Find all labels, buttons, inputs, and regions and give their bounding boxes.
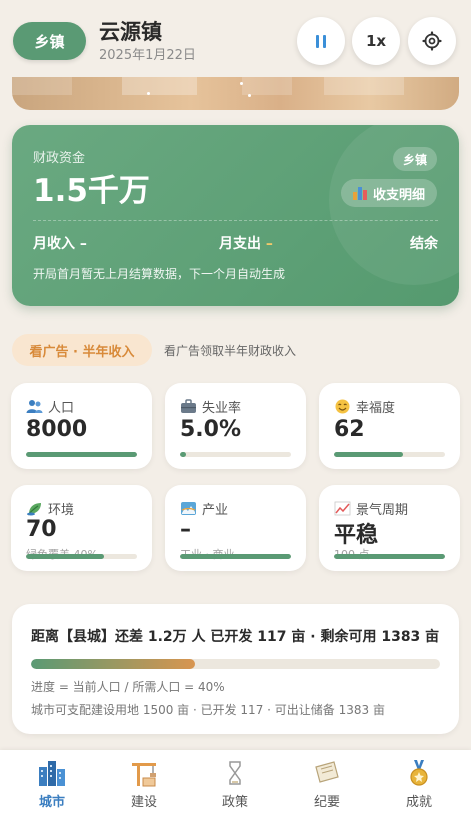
city-land-text: 城市可支配建设用地 1500 亩 · 已开发 117 · 可出让储备 1383 …	[31, 703, 385, 717]
city-upgrade-card[interactable]: 距离【县城】还差 1.2万 人 已开发 117 亩 · 剩余可用 1383 亩 …	[12, 604, 459, 734]
finance-value: 1.5千万	[33, 173, 150, 209]
finance-detail-button[interactable]: 收支明细	[340, 179, 437, 207]
nav-label: 政策	[221, 795, 248, 810]
stat-card-unemployment[interactable]: 失业率 5.0%	[165, 383, 306, 469]
city-progress-track	[31, 659, 440, 669]
crane-icon	[132, 763, 156, 787]
stat-label: 景气周期	[356, 503, 409, 518]
ad-description: 看广告领取半年财政收入	[164, 344, 297, 358]
stat-card-industry[interactable]: 产业 – 工业 · 商业	[165, 485, 306, 571]
stat-label: 产业	[202, 503, 229, 518]
stat-progress-fill	[334, 452, 403, 457]
stat-value: 70	[26, 517, 57, 542]
stat-progress-track	[180, 452, 291, 457]
monthly-income: 月收入 –	[33, 236, 87, 252]
stat-progress-fill	[334, 554, 445, 559]
pause-button[interactable]	[297, 17, 345, 65]
stat-progress-track	[334, 554, 445, 559]
city-icon	[39, 761, 65, 786]
speed-button[interactable]: 1x	[352, 17, 400, 65]
town-name: 云源镇	[99, 20, 162, 44]
finance-note: 开局首月暂无上月结算数据，下一个月自动生成	[33, 267, 286, 281]
finance-detail-label: 收支明细	[372, 187, 425, 203]
stat-card-economic-cycle[interactable]: 景气周期 平稳 100 点	[319, 485, 460, 571]
nav-label: 纪要	[313, 795, 340, 810]
city-progress-text: 进度 = 当前人口 / 所需人口 = 40%	[31, 680, 225, 694]
watch-ad-button[interactable]: 看广告 · 半年收入	[12, 334, 152, 366]
stat-value: 平稳	[334, 523, 379, 548]
town-level-pill[interactable]: 乡镇	[13, 22, 86, 60]
stat-card-environment[interactable]: 环境 70 绿色覆盖 40%	[11, 485, 152, 571]
stat-label: 人口	[48, 401, 75, 416]
medal-icon	[410, 760, 428, 786]
stat-card-happiness[interactable]: 幸福度 62	[319, 383, 460, 469]
stat-value: 5.0%	[180, 417, 242, 442]
nav-label: 成就	[405, 795, 432, 810]
stat-label: 幸福度	[356, 401, 396, 416]
briefcase-icon	[181, 399, 196, 413]
smile-icon	[335, 399, 350, 414]
stat-label: 环境	[48, 503, 75, 518]
leaf-icon	[27, 503, 41, 516]
nav-item-build[interactable]: 建设	[97, 750, 191, 813]
finance-divider	[33, 220, 438, 221]
nav-item-policy[interactable]: 政策	[188, 750, 282, 813]
nav-label: 建设	[130, 795, 157, 810]
stat-progress-fill	[180, 554, 291, 559]
pause-icon	[314, 34, 328, 48]
stat-label: 失业率	[202, 401, 242, 416]
scroll-icon	[315, 761, 339, 783]
stat-progress-track	[180, 554, 291, 559]
nav-item-notes[interactable]: 纪要	[280, 750, 374, 813]
trend-icon	[334, 501, 351, 516]
gear-icon	[422, 31, 442, 51]
city-upgrade-title: 距离【县城】还差 1.2万 人 已开发 117 亩 · 剩余可用 1383 亩	[31, 629, 440, 645]
people-icon	[26, 400, 43, 413]
monthly-expense: 月支出 –	[219, 233, 273, 253]
city-progress-fill	[31, 659, 195, 669]
nav-label: 城市	[38, 795, 65, 810]
balance: 结余	[410, 236, 438, 252]
city-map-preview[interactable]	[12, 77, 459, 110]
stat-progress-fill	[26, 452, 137, 457]
stat-progress-fill	[180, 452, 186, 457]
nav-item-city[interactable]: 城市	[5, 750, 99, 813]
stat-progress-track	[26, 452, 137, 457]
stat-progress-fill	[26, 554, 104, 559]
stat-progress-track	[26, 554, 137, 559]
finance-label: 财政资金	[33, 151, 86, 166]
finance-level-badge: 乡镇	[392, 147, 437, 171]
stat-value: –	[180, 517, 191, 542]
stat-value: 62	[334, 417, 365, 442]
top-bar: 乡镇 云源镇 2025年1月22日 1x	[0, 0, 471, 80]
finance-card: 财政资金 1.5千万 乡镇 收支明细 月收入 – 月支出 – 结余 开局首月暂无…	[12, 125, 459, 306]
hourglass-icon	[229, 761, 241, 785]
monthly-expense-label: 月支出 –	[219, 236, 273, 252]
stat-value: 8000	[26, 417, 88, 442]
bottom-nav: 城市 建设 政策 纪要 成就	[0, 750, 471, 813]
stat-progress-track	[334, 452, 445, 457]
game-date: 2025年1月22日	[99, 48, 196, 63]
nav-item-achievements[interactable]: 成就	[372, 750, 466, 813]
bar-chart-icon	[352, 186, 367, 200]
factory-icon	[181, 502, 196, 515]
settings-button[interactable]	[408, 17, 456, 65]
stat-card-population[interactable]: 人口 8000	[11, 383, 152, 469]
